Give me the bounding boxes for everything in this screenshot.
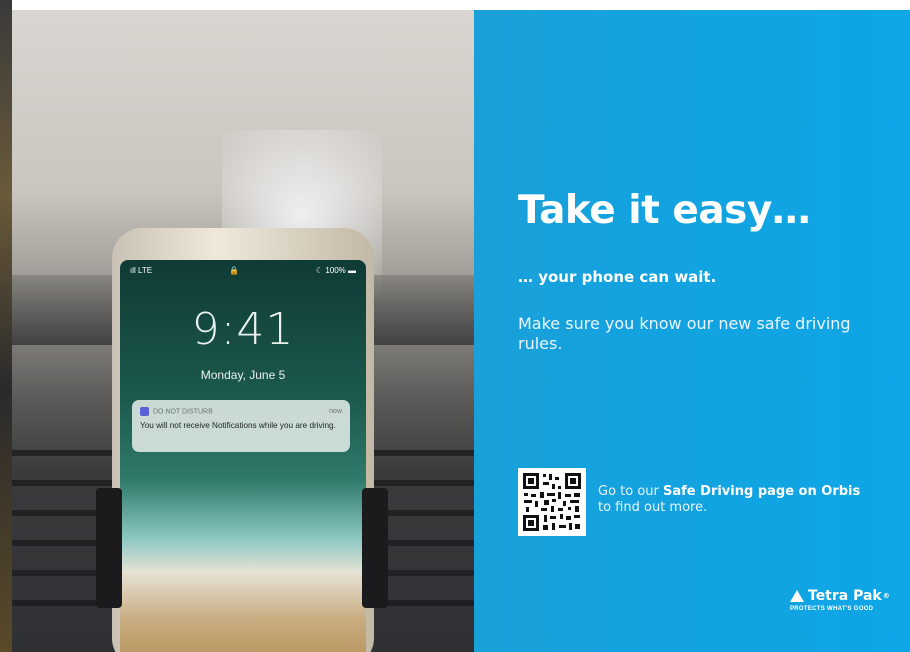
message-panel: Take it easy… … your phone can wait. Mak… — [474, 10, 910, 652]
phone: ıll LTE 🔒 ☾ 100% ▬ 9:41 Monday, June 5 D… — [112, 228, 374, 652]
lock-time: 9:41 — [191, 304, 295, 355]
cta-suffix: to find out more. — [598, 500, 708, 515]
left-edge-strip — [0, 0, 12, 652]
tetra-pak-icon — [790, 590, 804, 602]
logo-registered: ® — [882, 592, 890, 600]
orbis-link[interactable]: Safe Driving page on Orbis — [663, 484, 860, 499]
tetra-pak-logo: Tetra Pak ® PROTECTS WHAT'S GOOD — [790, 588, 890, 612]
notification-card: DO NOT DISTURB now You will not receive … — [132, 400, 350, 452]
logo-tagline: PROTECTS WHAT'S GOOD — [790, 606, 874, 612]
headline: Take it easy… — [518, 188, 811, 233]
qr-code-icon — [518, 468, 586, 536]
lock-icon: 🔒 — [229, 266, 239, 275]
notification-message: You will not receive Notifications while… — [140, 421, 336, 430]
phone-holder-clamp — [96, 488, 122, 608]
notification-app: DO NOT DISTURB — [153, 408, 213, 416]
qr-code[interactable] — [518, 468, 586, 536]
subheadline: … your phone can wait. — [518, 268, 717, 286]
notification-time: now — [329, 408, 342, 415]
car-phone-photo: ıll LTE 🔒 ☾ 100% ▬ 9:41 Monday, June 5 D… — [12, 10, 474, 652]
phone-status-bar: ıll LTE 🔒 ☾ 100% ▬ — [130, 266, 356, 275]
body-text: Make sure you know our new safe driving … — [518, 314, 851, 353]
car-icon — [140, 407, 149, 416]
lock-date: Monday, June 5 — [200, 368, 286, 382]
poster: ıll LTE 🔒 ☾ 100% ▬ 9:41 Monday, June 5 D… — [0, 0, 910, 652]
cta-prefix: Go to our — [598, 484, 664, 499]
signal-label: ıll LTE — [130, 266, 153, 275]
cta-text: Go to our Safe Driving page on Orbis to … — [598, 484, 898, 516]
battery-label: ☾ 100% ▬ — [315, 266, 356, 275]
logo-name: Tetra Pak — [808, 588, 882, 604]
phone-holder-clamp — [362, 488, 388, 608]
phone-lock-screen: ıll LTE 🔒 ☾ 100% ▬ 9:41 Monday, June 5 D… — [120, 260, 366, 652]
